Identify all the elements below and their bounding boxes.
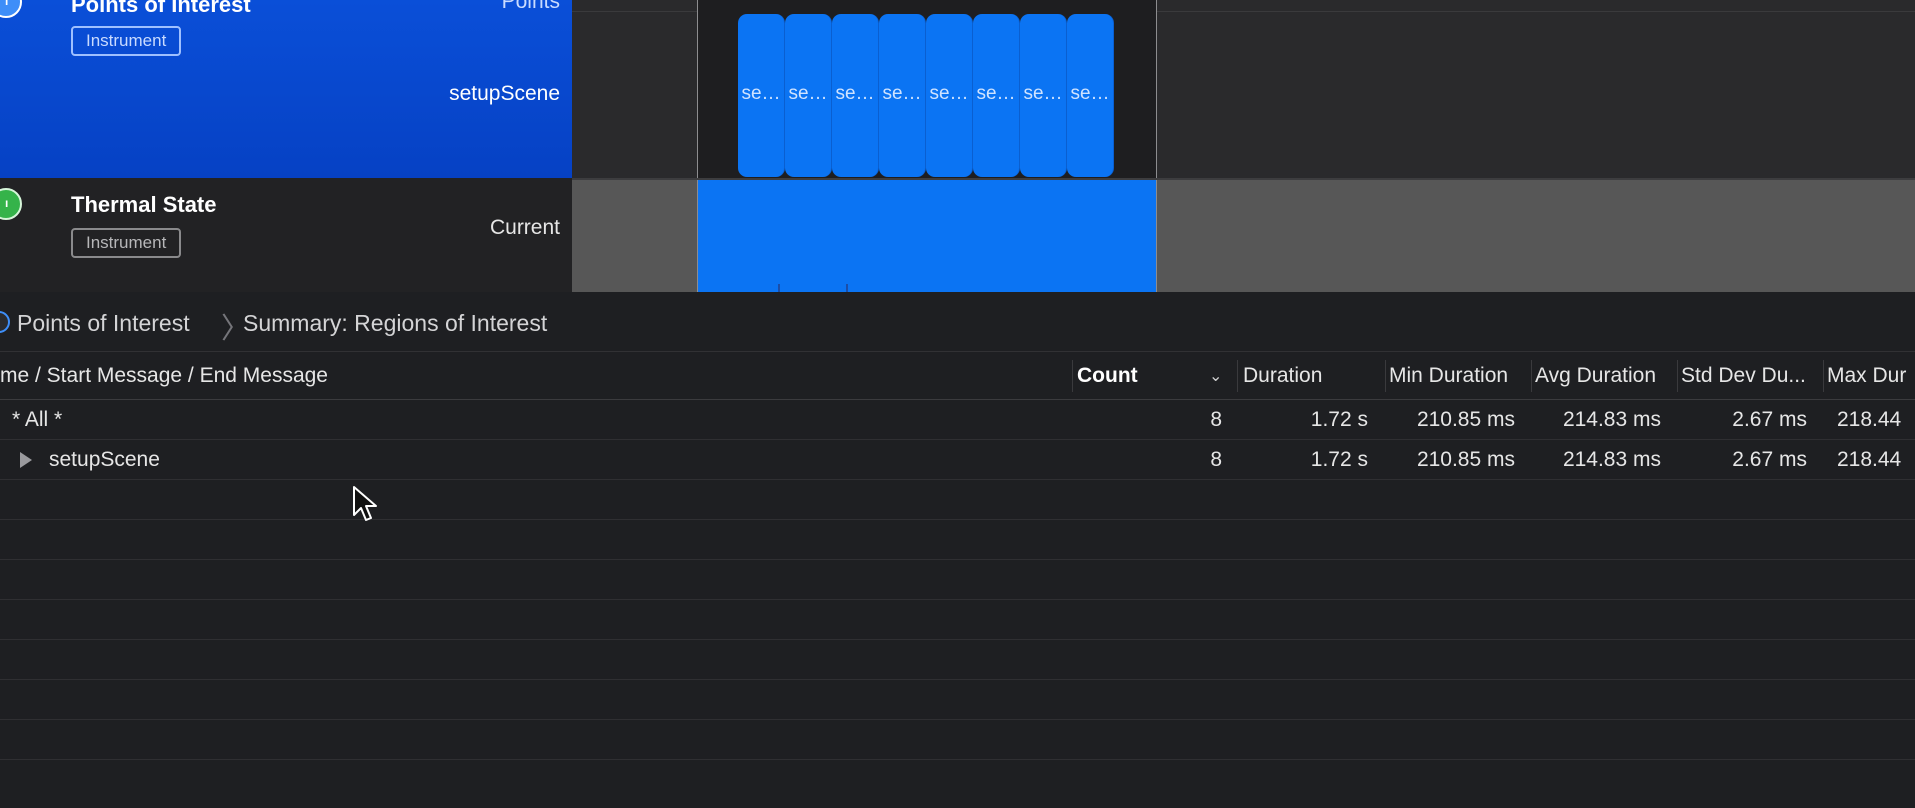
instrument-badge: Instrument	[71, 26, 182, 56]
cell-min-duration: 210.85 ms	[1416, 448, 1515, 471]
cell-duration: 1.72 s	[1310, 408, 1368, 431]
table-row-empty	[0, 480, 1915, 520]
region-block[interactable]: se…	[785, 14, 832, 177]
table-header: me / Start Message / End Message Count ⌄…	[0, 352, 1915, 400]
thermal-state-bar[interactable]	[697, 180, 1157, 294]
track-title: Thermal State	[71, 192, 217, 217]
region-block[interactable]: se…	[1020, 14, 1067, 177]
column-header-count[interactable]: Count	[1077, 352, 1197, 400]
region-label: se…	[741, 83, 781, 104]
track-header-points-of-interest[interactable]: i Points of Interest Instrument Points s…	[0, 0, 572, 178]
lane-label-setupscene: setupScene	[449, 82, 560, 105]
cell-min-duration: 210.85 ms	[1416, 408, 1515, 431]
breadcrumb-view[interactable]: Summary: Regions of Interest	[243, 310, 547, 337]
region-block[interactable]: se…	[738, 14, 785, 177]
column-header-min-duration[interactable]: Min Duration	[1389, 352, 1529, 400]
region-label: se…	[976, 83, 1016, 104]
timeline-tracks: i Points of Interest Instrument Points s…	[0, 0, 1915, 294]
table-row-all[interactable]: * All * 8 1.72 s 210.85 ms 214.83 ms 2.6…	[0, 400, 1915, 440]
cell-avg-duration: 214.83 ms	[1562, 408, 1661, 431]
region-label: se…	[788, 83, 828, 104]
track-thermal-state[interactable]: ı Thermal State Instrument Current	[0, 178, 1915, 294]
column-divider[interactable]	[1072, 360, 1073, 392]
thermometer-icon: ı	[0, 188, 22, 220]
track-title: Points of Interest	[71, 0, 251, 17]
cell-max-duration: 218.44	[1837, 448, 1902, 471]
region-label: se…	[929, 83, 969, 104]
column-divider[interactable]	[1385, 360, 1386, 392]
region-block[interactable]: se…	[1067, 14, 1114, 177]
track-plot-thermal-state[interactable]	[572, 178, 1915, 294]
breadcrumb-instrument[interactable]: Points of Interest	[17, 310, 190, 337]
cell-name: setupScene	[49, 448, 160, 471]
summary-table: me / Start Message / End Message Count ⌄…	[0, 352, 1915, 760]
track-points-of-interest[interactable]: i Points of Interest Instrument Points s…	[0, 0, 1915, 178]
region-label: se…	[1070, 83, 1110, 104]
cell-avg-duration: 214.83 ms	[1562, 448, 1661, 471]
detail-pane: Points of Interest 〉 Summary: Regions of…	[0, 292, 1915, 808]
cell-duration: 1.72 s	[1310, 448, 1368, 471]
column-divider[interactable]	[1823, 360, 1824, 392]
table-row-empty	[0, 520, 1915, 560]
region-label: se…	[835, 83, 875, 104]
region-block[interactable]: se…	[973, 14, 1020, 177]
disclosure-triangle-icon[interactable]	[20, 452, 32, 468]
column-header-std-dev[interactable]: Std Dev Du...	[1681, 352, 1821, 400]
column-header-name[interactable]: me / Start Message / End Message	[0, 352, 1070, 400]
cell-count: 8	[1210, 408, 1222, 431]
cell-std-dev: 2.67 ms	[1732, 408, 1807, 431]
table-row-empty	[0, 560, 1915, 600]
column-divider[interactable]	[1677, 360, 1678, 392]
lane-label-current: Current	[489, 216, 560, 239]
cell-std-dev: 2.67 ms	[1732, 448, 1807, 471]
jump-bar: Points of Interest 〉 Summary: Regions of…	[0, 292, 1915, 352]
cell-name: * All *	[12, 408, 63, 431]
column-divider[interactable]	[1237, 360, 1238, 392]
lane-label-points: Points	[501, 0, 560, 13]
column-header-max-duration[interactable]: Max Dur	[1827, 352, 1915, 400]
points-of-interest-icon	[0, 311, 10, 333]
track-header-thermal-state[interactable]: ı Thermal State Instrument Current	[0, 178, 572, 292]
region-block[interactable]: se…	[926, 14, 973, 177]
column-header-avg-duration[interactable]: Avg Duration	[1535, 352, 1675, 400]
mouse-cursor-icon	[353, 486, 377, 521]
table-row-empty	[0, 640, 1915, 680]
points-of-interest-icon: i	[0, 0, 22, 18]
region-block[interactable]: se…	[879, 14, 926, 177]
table-row-empty	[0, 680, 1915, 720]
region-block[interactable]: se…	[832, 14, 879, 177]
selection-range[interactable]: se… se… se… se… se… se… se… se…	[697, 0, 1157, 178]
region-label: se…	[1023, 83, 1063, 104]
table-row-empty	[0, 720, 1915, 760]
cell-max-duration: 218.44	[1837, 408, 1902, 431]
table-row-empty	[0, 600, 1915, 640]
track-plot-points-of-interest[interactable]: se… se… se… se… se… se… se… se…	[572, 0, 1915, 178]
column-header-duration[interactable]: Duration	[1243, 352, 1383, 400]
instrument-badge: Instrument	[71, 228, 182, 258]
table-row-setupscene[interactable]: setupScene 8 1.72 s 210.85 ms 214.83 ms …	[0, 440, 1915, 480]
region-label: se…	[882, 83, 922, 104]
cell-count: 8	[1210, 448, 1222, 471]
column-divider[interactable]	[1531, 360, 1532, 392]
chevron-down-icon[interactable]: ⌄	[1209, 366, 1222, 386]
